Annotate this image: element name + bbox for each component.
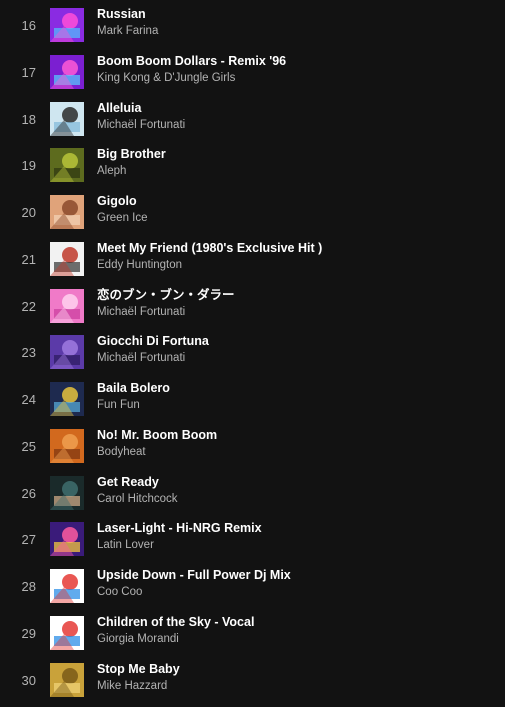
album-art-thumbnail[interactable] — [50, 8, 84, 42]
track-title[interactable]: No! Mr. Boom Boom — [97, 427, 217, 443]
track-artist-link[interactable]: King Kong & D'Jungle Girls — [97, 71, 235, 85]
track-row[interactable]: 29 Children of the Sky - Vocal Giorgia Mor… — [0, 614, 505, 660]
album-art-thumbnail[interactable] — [50, 662, 84, 697]
track-artist-link[interactable]: Aleph — [97, 164, 126, 178]
track-number: 22 — [21, 298, 36, 314]
track-number: 29 — [21, 625, 36, 641]
track-number: 18 — [21, 111, 36, 127]
track-row[interactable]: 21 Meet My Friend (1980's Exclusive Hit )… — [0, 240, 505, 286]
track-row[interactable]: 23 Giocchi Di Fortuna Michaël Fortunati — [0, 333, 505, 379]
track-title[interactable]: Alleluia — [97, 100, 141, 116]
track-artist-link[interactable]: Fun Fun — [97, 398, 140, 412]
track-row[interactable]: 27 Laser-Light - Hi-NRG Remix Latin Lover — [0, 520, 505, 566]
track-row[interactable]: 25 No! Mr. Boom Boom Bodyheat — [0, 427, 505, 473]
album-art-thumbnail[interactable] — [50, 148, 84, 183]
track-number: 25 — [21, 438, 36, 454]
track-number: 21 — [21, 251, 36, 267]
track-row[interactable]: 18 Alleluia Michaël Fortunati — [0, 100, 505, 146]
album-art-thumbnail[interactable] — [50, 475, 84, 510]
track-title[interactable]: Upside Down - Full Power Dj Mix — [97, 567, 291, 583]
album-art-thumbnail[interactable] — [50, 382, 84, 416]
track-artist-link[interactable]: Coo Coo — [97, 585, 142, 599]
track-artist-link[interactable]: Bodyheat — [97, 445, 146, 459]
album-art-thumbnail[interactable] — [50, 428, 84, 463]
track-title[interactable]: Boom Boom Dollars - Remix '96 — [97, 53, 286, 69]
track-number: 16 — [21, 18, 36, 33]
track-number: 20 — [21, 205, 36, 220]
track-title[interactable]: Stop Me Baby — [97, 661, 180, 677]
album-art-thumbnail[interactable] — [50, 569, 84, 603]
track-artist-link[interactable]: Michaël Fortunati — [97, 351, 185, 365]
track-title[interactable]: Laser-Light - Hi-NRG Remix — [97, 520, 262, 536]
track-title[interactable]: Giocchi Di Fortuna — [97, 333, 209, 349]
track-number: 27 — [21, 532, 36, 548]
track-artist-link[interactable]: Mark Farina — [97, 24, 158, 38]
album-art-thumbnail[interactable] — [50, 288, 84, 323]
tracklist: 16 Russian Mark Farina 17 Boom Boom Dollars … — [0, 0, 505, 700]
track-row[interactable]: 26 Get Ready Carol Hitchcock — [0, 474, 505, 520]
track-artist-link[interactable]: Green Ice — [97, 211, 148, 225]
track-number: 23 — [21, 345, 36, 361]
track-title[interactable]: Meet My Friend (1980's Exclusive Hit ) — [97, 240, 322, 256]
album-art-thumbnail[interactable] — [50, 522, 84, 557]
track-row[interactable]: 19 Big Brother Aleph — [0, 146, 505, 192]
track-artist-link[interactable]: Carol Hitchcock — [97, 492, 178, 506]
album-art-thumbnail[interactable] — [50, 335, 84, 370]
track-row[interactable]: 16 Russian Mark Farina — [0, 6, 505, 52]
album-art-thumbnail[interactable] — [50, 101, 84, 136]
track-row[interactable]: 17 Boom Boom Dollars - Remix '96 King Kong… — [0, 53, 505, 99]
track-artist-link[interactable]: Giorgia Morandi — [97, 632, 179, 646]
track-number: 17 — [21, 64, 36, 80]
track-artist-link[interactable]: Mike Hazzard — [97, 679, 167, 693]
track-artist-link[interactable]: Latin Lover — [97, 538, 154, 552]
track-artist-link[interactable]: Michaël Fortunati — [97, 305, 185, 319]
track-title[interactable]: Gigolo — [97, 193, 137, 209]
album-art-thumbnail[interactable] — [50, 195, 84, 229]
track-artist-link[interactable]: Eddy Huntington — [97, 258, 182, 272]
track-row[interactable]: 28 Upside Down - Full Power Dj Mix Coo Coo — [0, 567, 505, 613]
track-title[interactable]: Big Brother — [97, 146, 166, 162]
track-row[interactable]: 20 Gigolo Green Ice — [0, 193, 505, 239]
track-title[interactable]: Baila Bolero — [97, 380, 170, 396]
album-art-thumbnail[interactable] — [50, 615, 84, 650]
track-number: 19 — [21, 158, 36, 174]
track-number: 26 — [21, 485, 36, 501]
track-number: 28 — [21, 579, 36, 594]
track-row[interactable]: 24 Baila Bolero Fun Fun — [0, 380, 505, 426]
track-title[interactable]: Russian — [97, 6, 146, 22]
track-number: 30 — [21, 672, 36, 688]
track-title[interactable]: Get Ready — [97, 474, 159, 490]
track-title[interactable]: 恋のブン・ブン・ダラー — [97, 287, 235, 303]
track-number: 24 — [21, 392, 36, 407]
album-art-thumbnail[interactable] — [50, 241, 84, 276]
track-row[interactable]: 22 恋のブン・ブン・ダラー Michaël Fortunati — [0, 287, 505, 333]
track-artist-link[interactable]: Michaël Fortunati — [97, 118, 185, 132]
track-title[interactable]: Children of the Sky - Vocal — [97, 614, 254, 630]
album-art-thumbnail[interactable] — [50, 54, 84, 89]
